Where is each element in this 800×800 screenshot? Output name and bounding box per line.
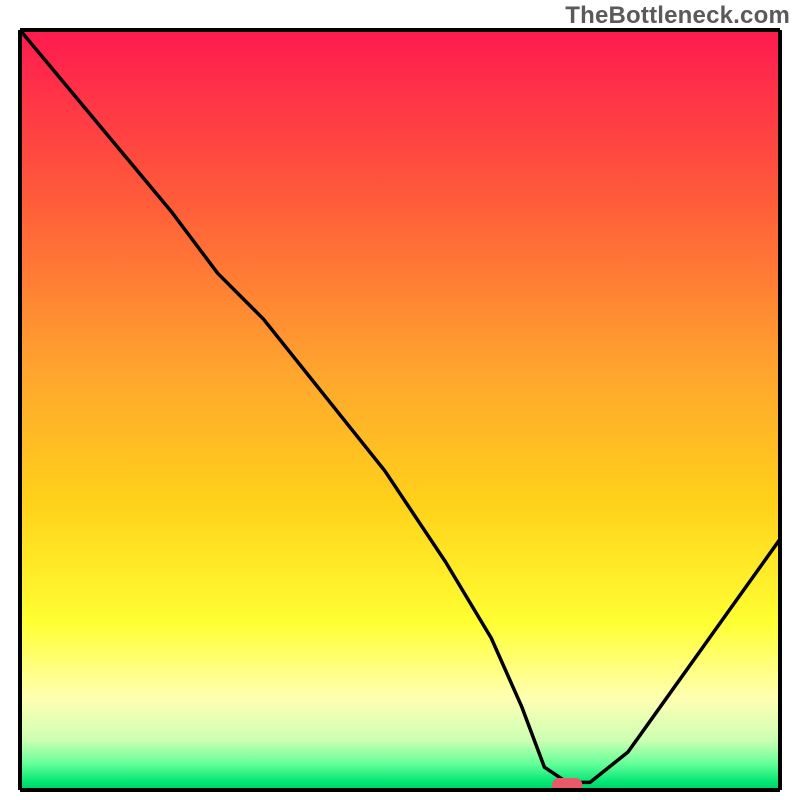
chart-background-gradient: [20, 30, 780, 790]
bottleneck-chart: [0, 0, 800, 800]
